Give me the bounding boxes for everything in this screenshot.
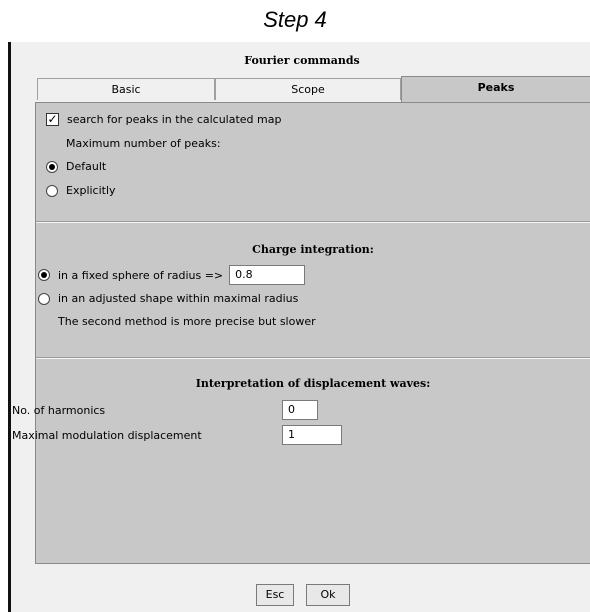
radio-adjusted-shape-row[interactable]: in an adjusted shape within maximal radi… xyxy=(38,292,298,305)
search-peaks-checkbox[interactable]: ✓ xyxy=(46,113,59,126)
displacement-input[interactable]: 1 xyxy=(282,425,342,445)
harmonics-row: No. of harmonics 0 xyxy=(12,400,318,420)
tab-basic[interactable]: Basic xyxy=(37,78,215,100)
harmonics-label: No. of harmonics xyxy=(12,403,106,417)
harmonics-input[interactable]: 0 xyxy=(282,400,318,420)
radio-explicitly-row[interactable]: Explicitly xyxy=(46,184,116,197)
esc-button[interactable]: Esc xyxy=(256,584,294,606)
radio-explicitly-label: Explicitly xyxy=(66,184,116,197)
radio-fixed-sphere[interactable] xyxy=(38,269,50,281)
displacement-label: Maximal modulation displacement xyxy=(12,428,202,442)
radio-default-row[interactable]: Default xyxy=(46,160,106,173)
displacement-row: Maximal modulation displacement 1 xyxy=(12,425,342,445)
radio-selected-dot xyxy=(49,163,55,170)
fourier-commands-window: Fourier commands Basic Scope Peaks ✓ sea… xyxy=(8,42,590,612)
radio-explicitly[interactable] xyxy=(46,184,58,197)
tab-bar: Basic Scope Peaks xyxy=(37,76,590,102)
tab-scope[interactable]: Scope xyxy=(215,78,401,100)
radio-selected-dot xyxy=(41,272,47,278)
charge-integration-title: Charge integration: xyxy=(252,243,374,256)
displacement-waves-title: Interpretation of displacement waves: xyxy=(195,377,431,390)
radio-adjusted-shape-label: in an adjusted shape within maximal radi… xyxy=(58,292,299,305)
separator xyxy=(36,357,590,359)
search-peaks-row[interactable]: ✓ search for peaks in the calculated map xyxy=(46,113,281,126)
max-peaks-label: Maximum number of peaks: xyxy=(66,137,221,150)
step-caption: Step 4 xyxy=(263,7,327,32)
window-title: Fourier commands xyxy=(244,54,360,67)
ok-button[interactable]: Ok xyxy=(306,584,350,606)
tab-peaks[interactable]: Peaks xyxy=(401,76,590,102)
separator xyxy=(36,221,590,223)
checkmark-icon: ✓ xyxy=(47,112,58,126)
radio-default[interactable] xyxy=(46,160,58,173)
radio-default-label: Default xyxy=(66,160,107,173)
peaks-panel: ✓ search for peaks in the calculated map… xyxy=(12,102,590,564)
radius-input[interactable]: 0.8 xyxy=(229,265,306,285)
search-peaks-label: search for peaks in the calculated map xyxy=(67,113,282,126)
radio-fixed-sphere-row[interactable]: in a fixed sphere of radius => 0.8 xyxy=(38,265,306,285)
method-note: The second method is more precise but sl… xyxy=(58,315,316,328)
radio-adjusted-shape[interactable] xyxy=(38,292,50,305)
radio-fixed-sphere-label: in a fixed sphere of radius => xyxy=(58,268,224,282)
